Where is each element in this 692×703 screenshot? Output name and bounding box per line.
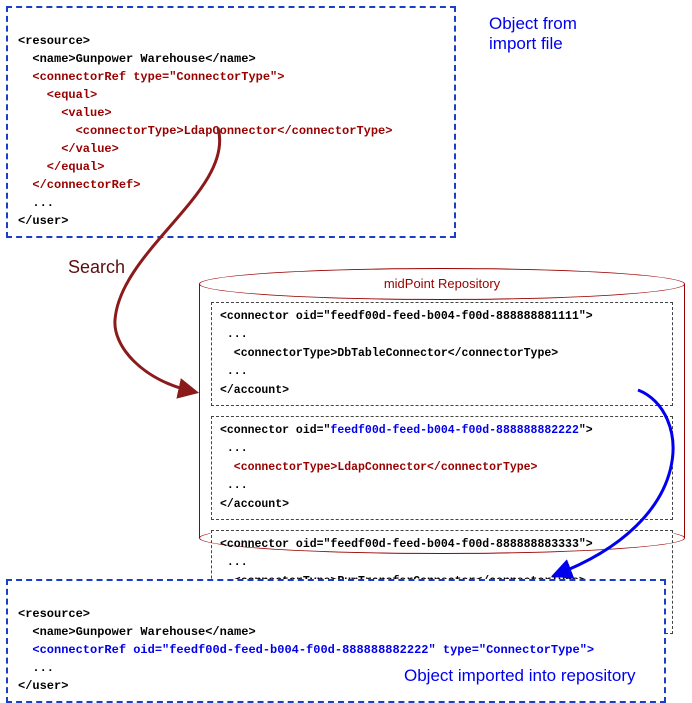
repository-cylinder: midPoint Repository <connector oid="feed… <box>199 268 685 554</box>
xml-line: </connectorRef> <box>18 178 140 192</box>
xml-line: <connectorType>LdapConnector</connectorT… <box>220 461 537 474</box>
xml-line: ... <box>18 196 54 210</box>
oid-value: feedf00d-feed-b004-f00d-888888883333 <box>330 538 578 551</box>
xml-line: ... <box>220 365 248 378</box>
import-object-label: Object from import file <box>489 14 577 54</box>
xml-fragment: "> <box>579 310 593 323</box>
connector-item-2: <connector oid="feedf00d-feed-b004-f00d-… <box>211 416 673 520</box>
xml-line: </equal> <box>18 160 104 174</box>
xml-line: ... <box>220 479 248 492</box>
xml-line: </user> <box>18 214 68 228</box>
xml-line: <resource> <box>18 607 90 621</box>
xml-line: </value> <box>18 142 119 156</box>
xml-line: <resource> <box>18 34 90 48</box>
search-label: Search <box>68 257 125 278</box>
xml-line: <name>Gunpower Warehouse</name> <box>18 52 256 66</box>
xml-fragment: <connector oid=" <box>220 424 330 437</box>
xml-line: </user> <box>18 679 68 693</box>
xml-fragment: "> <box>579 538 593 551</box>
xml-line: ... <box>220 442 248 455</box>
xml-line: <connectorRef type="ConnectorType"> <box>18 70 284 84</box>
connector-item-1: <connector oid="feedf00d-feed-b004-f00d-… <box>211 302 673 406</box>
oid-value: feedf00d-feed-b004-f00d-888888882222 <box>330 424 578 437</box>
xml-line: ... <box>18 661 54 675</box>
oid-value: feedf00d-feed-b004-f00d-888888882222 <box>169 643 428 657</box>
imported-label: Object imported into repository <box>404 666 636 686</box>
xml-line: <connectorType>LdapConnector</connectorT… <box>18 124 392 138</box>
xml-line: <value> <box>18 106 112 120</box>
xml-fragment: <connectorRef oid=" <box>18 643 169 657</box>
source-object-box: <resource> <name>Gunpower Warehouse</nam… <box>6 6 456 238</box>
xml-line: ... <box>220 328 248 341</box>
xml-line: <equal> <box>18 88 97 102</box>
xml-line: </account> <box>220 498 289 511</box>
xml-line: </account> <box>220 384 289 397</box>
xml-fragment: <connector oid=" <box>220 538 330 551</box>
xml-line: <name>Gunpower Warehouse</name> <box>18 625 256 639</box>
oid-value: feedf00d-feed-b004-f00d-888888881111 <box>330 310 578 323</box>
xml-fragment: " type="ConnectorType"> <box>428 643 594 657</box>
xml-fragment: "> <box>579 424 593 437</box>
xml-fragment: <connector oid=" <box>220 310 330 323</box>
xml-line: <connectorType>DbTableConnector</connect… <box>220 347 558 360</box>
xml-line: ... <box>220 556 248 569</box>
repository-title: midPoint Repository <box>199 268 685 300</box>
